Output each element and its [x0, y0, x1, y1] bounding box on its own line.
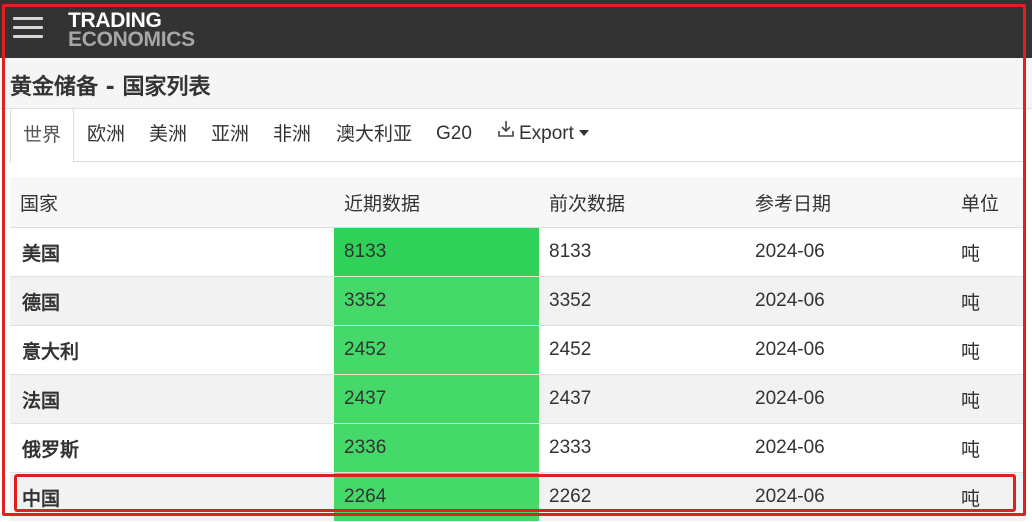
country-link[interactable]: 意大利 [10, 325, 334, 375]
chevron-down-icon [578, 129, 589, 136]
previous-value: 8133 [539, 227, 745, 277]
country-link[interactable]: 德国 [10, 276, 334, 326]
unit: 吨 [951, 374, 1026, 424]
reference-date: 2024-06 [745, 227, 951, 277]
column-header-unit[interactable]: 单位 [951, 177, 1026, 228]
hamburger-menu-icon[interactable] [13, 14, 43, 42]
previous-value: 2452 [539, 325, 745, 375]
previous-value: 2262 [539, 472, 745, 521]
tab-america[interactable]: 美洲 [149, 108, 187, 160]
country-link[interactable]: 法国 [10, 374, 334, 424]
reference-date: 2024-06 [745, 276, 951, 326]
previous-value: 2333 [539, 423, 745, 473]
site-logo[interactable]: TRADING ECONOMICS [68, 10, 195, 50]
previous-value: 3352 [539, 276, 745, 326]
reference-date: 2024-06 [745, 374, 951, 424]
latest-value: 3352 [334, 276, 539, 326]
region-tabs: 世界 欧洲 美洲 亚洲 非洲 澳大利亚 G20 Export [10, 108, 1026, 163]
reference-date: 2024-06 [745, 423, 951, 473]
latest-value: 2452 [334, 325, 539, 375]
export-dropdown[interactable]: Export [496, 108, 589, 160]
download-icon [496, 108, 516, 160]
table-row: 美国 8133 8133 2024-06 吨 [10, 227, 1026, 277]
export-label: Export [519, 123, 574, 145]
page-title: 黄金储备 - 国家列表 [10, 75, 211, 100]
top-navigation-bar: TRADING ECONOMICS [0, 0, 1032, 58]
reference-date: 2024-06 [745, 472, 951, 521]
column-header-previous[interactable]: 前次数据 [539, 177, 745, 228]
table-row: 法国 2437 2437 2024-06 吨 [10, 374, 1026, 424]
table-row: 意大利 2452 2452 2024-06 吨 [10, 325, 1026, 375]
column-header-reference-date[interactable]: 参考日期 [745, 177, 951, 228]
tab-africa[interactable]: 非洲 [273, 108, 311, 160]
previous-value: 2437 [539, 374, 745, 424]
tab-world[interactable]: 世界 [10, 108, 74, 163]
gold-reserves-table: 国家 近期数据 前次数据 参考日期 单位 美国 8133 8133 2024-0… [10, 177, 1026, 521]
country-link[interactable]: 中国 [10, 472, 334, 521]
table-row-highlighted: 中国 2264 2262 2024-06 吨 [10, 472, 1026, 521]
tab-g20[interactable]: G20 [436, 108, 472, 160]
table-header-row: 国家 近期数据 前次数据 参考日期 单位 [10, 177, 1026, 228]
unit: 吨 [951, 276, 1026, 326]
reference-date: 2024-06 [745, 325, 951, 375]
latest-value: 8133 [334, 227, 539, 277]
unit: 吨 [951, 325, 1026, 375]
table-row: 德国 3352 3352 2024-06 吨 [10, 276, 1026, 326]
title-area: 黄金储备 - 国家列表 [0, 58, 1032, 109]
unit: 吨 [951, 227, 1026, 277]
unit: 吨 [951, 472, 1026, 521]
tab-asia[interactable]: 亚洲 [211, 108, 249, 160]
tab-europe[interactable]: 欧洲 [87, 108, 125, 160]
page: TRADING ECONOMICS 黄金储备 - 国家列表 世界 欧洲 美洲 亚… [0, 0, 1032, 522]
country-link[interactable]: 美国 [10, 227, 334, 277]
table-row: 俄罗斯 2336 2333 2024-06 吨 [10, 423, 1026, 473]
column-header-country[interactable]: 国家 [10, 177, 334, 228]
tab-australia[interactable]: 澳大利亚 [336, 108, 412, 160]
latest-value: 2437 [334, 374, 539, 424]
unit: 吨 [951, 423, 1026, 473]
column-header-latest[interactable]: 近期数据 [334, 177, 539, 228]
logo-line-2: ECONOMICS [68, 28, 195, 51]
latest-value: 2336 [334, 423, 539, 473]
country-link[interactable]: 俄罗斯 [10, 423, 334, 473]
latest-value: 2264 [334, 472, 539, 521]
